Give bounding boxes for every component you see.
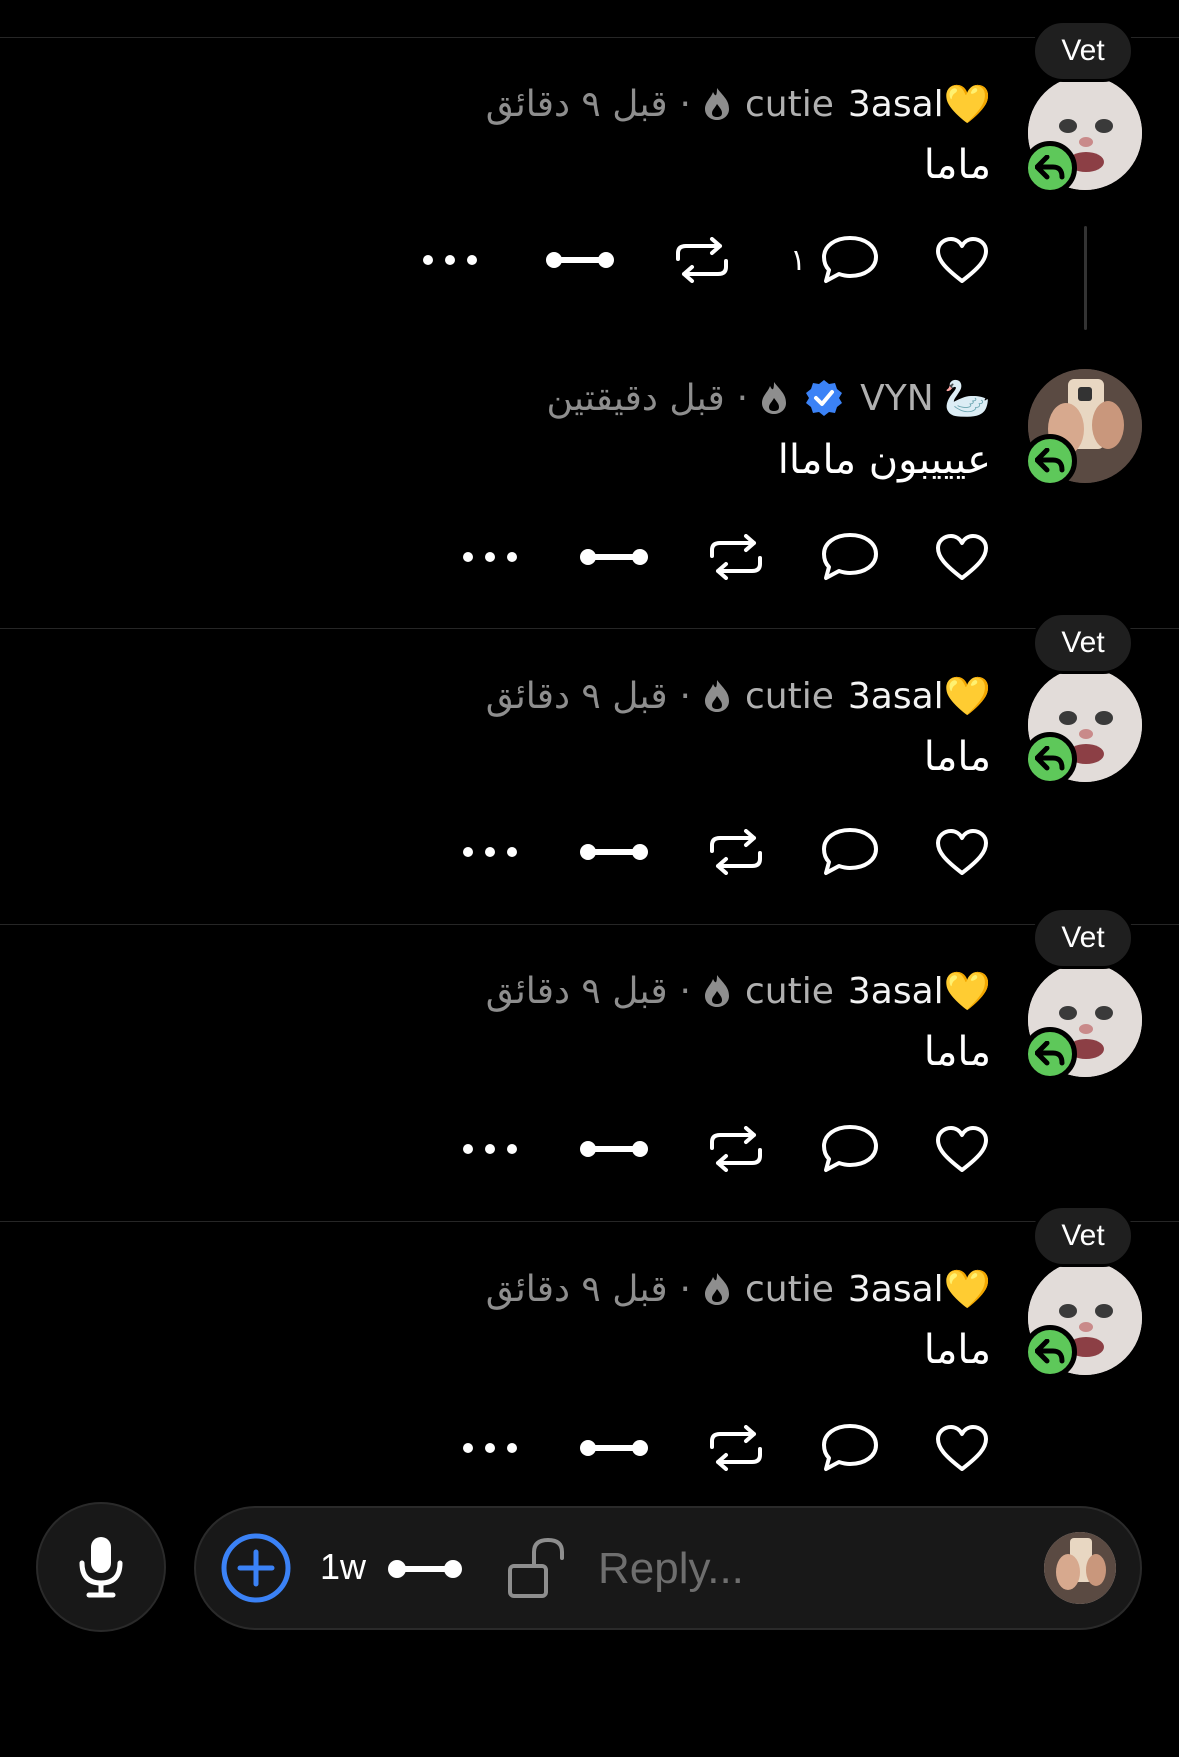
name-emoji: 💛 bbox=[943, 673, 991, 718]
thread-line bbox=[1084, 226, 1087, 330]
link-icon[interactable] bbox=[576, 822, 652, 882]
vet-badge: Vet bbox=[1032, 20, 1134, 82]
timestamp: قبل ٩ دقائق bbox=[485, 83, 668, 125]
more-icon[interactable] bbox=[460, 1119, 520, 1179]
heart-icon[interactable] bbox=[932, 1119, 992, 1179]
separator-dot: · bbox=[679, 83, 691, 125]
reply-count: ١ bbox=[789, 242, 807, 278]
vet-badge: Vet bbox=[1032, 1205, 1134, 1267]
reply-arrow-icon bbox=[1023, 141, 1077, 195]
username[interactable]: 3asal bbox=[848, 1269, 944, 1310]
repost-icon[interactable] bbox=[706, 1418, 766, 1478]
divider bbox=[0, 924, 1179, 925]
post-actions: ١ bbox=[0, 230, 1000, 290]
post-actions bbox=[0, 1418, 1000, 1478]
timestamp: قبل ٩ دقائق bbox=[485, 1268, 668, 1310]
post-actions bbox=[0, 1119, 1000, 1179]
post-body: عيييبون ماماا bbox=[777, 437, 991, 483]
vet-badge-label: Vet bbox=[1061, 626, 1105, 659]
post-header: قبل ٩ دقائق · cutie 3asal 💛 bbox=[486, 666, 991, 726]
link-icon[interactable] bbox=[542, 230, 618, 290]
flame-icon bbox=[703, 973, 731, 1009]
separator-dot: · bbox=[679, 675, 691, 717]
comment-icon[interactable] bbox=[818, 1119, 882, 1179]
reply-arrow-icon bbox=[1023, 1027, 1077, 1081]
more-icon[interactable] bbox=[420, 230, 480, 290]
divider bbox=[0, 1221, 1179, 1222]
timestamp: قبل دقيقتين bbox=[546, 377, 725, 419]
more-icon[interactable] bbox=[460, 1418, 520, 1478]
link-icon[interactable] bbox=[576, 527, 652, 587]
post-actions bbox=[0, 822, 1000, 882]
reply-arrow-icon bbox=[1023, 434, 1077, 488]
username[interactable]: 3asal bbox=[848, 676, 944, 717]
vet-badge: Vet bbox=[1032, 612, 1134, 674]
post-body: ماما bbox=[923, 1327, 991, 1373]
vet-badge-label: Vet bbox=[1061, 921, 1105, 954]
post-actions bbox=[0, 527, 1000, 587]
flame-icon bbox=[703, 678, 731, 714]
repost-icon[interactable] bbox=[672, 230, 732, 290]
vet-badge: Vet bbox=[1032, 907, 1134, 969]
post-header: قبل ٩ دقائق · cutie 3asal 💛 bbox=[486, 961, 991, 1021]
link-icon[interactable] bbox=[576, 1119, 652, 1179]
post-header: قبل دقيقتين · VYN 🦢 bbox=[546, 368, 991, 428]
comment-icon[interactable] bbox=[818, 527, 882, 587]
comment-icon[interactable] bbox=[818, 822, 882, 882]
more-icon[interactable] bbox=[460, 527, 520, 587]
divider bbox=[0, 628, 1179, 629]
comment-count: ١ bbox=[783, 230, 813, 290]
reply-arrow-icon bbox=[1023, 1325, 1077, 1379]
comment-icon[interactable] bbox=[818, 230, 882, 290]
repost-icon[interactable] bbox=[706, 822, 766, 882]
name-emoji: 💛 bbox=[943, 81, 991, 126]
reply-arrow-icon bbox=[1023, 732, 1077, 786]
reply-composer[interactable]: 1w bbox=[194, 1506, 1142, 1630]
username[interactable]: 3asal bbox=[848, 971, 944, 1012]
more-icon[interactable] bbox=[460, 822, 520, 882]
post-body: ماما bbox=[923, 734, 991, 780]
unlock-icon[interactable] bbox=[506, 1536, 570, 1604]
heart-icon[interactable] bbox=[932, 822, 992, 882]
repost-icon[interactable] bbox=[706, 527, 766, 587]
post-header: قبل ٩ دقائق · cutie 3asal 💛 bbox=[486, 74, 991, 134]
username[interactable]: 3asal bbox=[848, 84, 944, 125]
vet-badge-label: Vet bbox=[1061, 34, 1105, 67]
name-emoji: 💛 bbox=[943, 968, 991, 1013]
heart-icon[interactable] bbox=[932, 230, 992, 290]
link-icon[interactable] bbox=[576, 1418, 652, 1478]
name-emoji: 🦢 bbox=[943, 375, 991, 420]
vet-badge-label: Vet bbox=[1061, 1219, 1105, 1252]
verified-icon bbox=[804, 378, 844, 418]
timestamp: قبل ٩ دقائق bbox=[485, 675, 668, 717]
heart-icon[interactable] bbox=[932, 527, 992, 587]
link-icon[interactable] bbox=[386, 1558, 464, 1584]
name-prefix: cutie bbox=[745, 970, 834, 1012]
separator-dot: · bbox=[736, 377, 749, 419]
flame-icon bbox=[703, 1271, 731, 1307]
microphone-icon bbox=[77, 1535, 125, 1599]
duration-label[interactable]: 1w bbox=[320, 1546, 366, 1588]
repost-icon[interactable] bbox=[706, 1119, 766, 1179]
flame-icon bbox=[760, 380, 788, 416]
plus-circle-icon[interactable] bbox=[220, 1532, 292, 1604]
flame-icon bbox=[703, 86, 731, 122]
name-prefix: cutie bbox=[745, 83, 834, 125]
heart-icon[interactable] bbox=[932, 1418, 992, 1478]
name-prefix: cutie bbox=[745, 1268, 834, 1310]
divider bbox=[0, 37, 1179, 38]
microphone-button[interactable] bbox=[36, 1502, 166, 1632]
name-prefix: cutie bbox=[745, 675, 834, 717]
post-header: قبل ٩ دقائق · cutie 3asal 💛 bbox=[486, 1259, 991, 1319]
user-avatar[interactable] bbox=[1044, 1532, 1116, 1604]
separator-dot: · bbox=[679, 970, 691, 1012]
timestamp: قبل ٩ دقائق bbox=[485, 970, 668, 1012]
separator-dot: · bbox=[679, 1268, 691, 1310]
comment-icon[interactable] bbox=[818, 1418, 882, 1478]
name-emoji: 💛 bbox=[943, 1266, 991, 1311]
post-body: ماما bbox=[923, 1029, 991, 1075]
username[interactable]: VYN bbox=[860, 378, 934, 419]
reply-input[interactable] bbox=[596, 1532, 1000, 1606]
post-body: ماما bbox=[923, 142, 991, 188]
